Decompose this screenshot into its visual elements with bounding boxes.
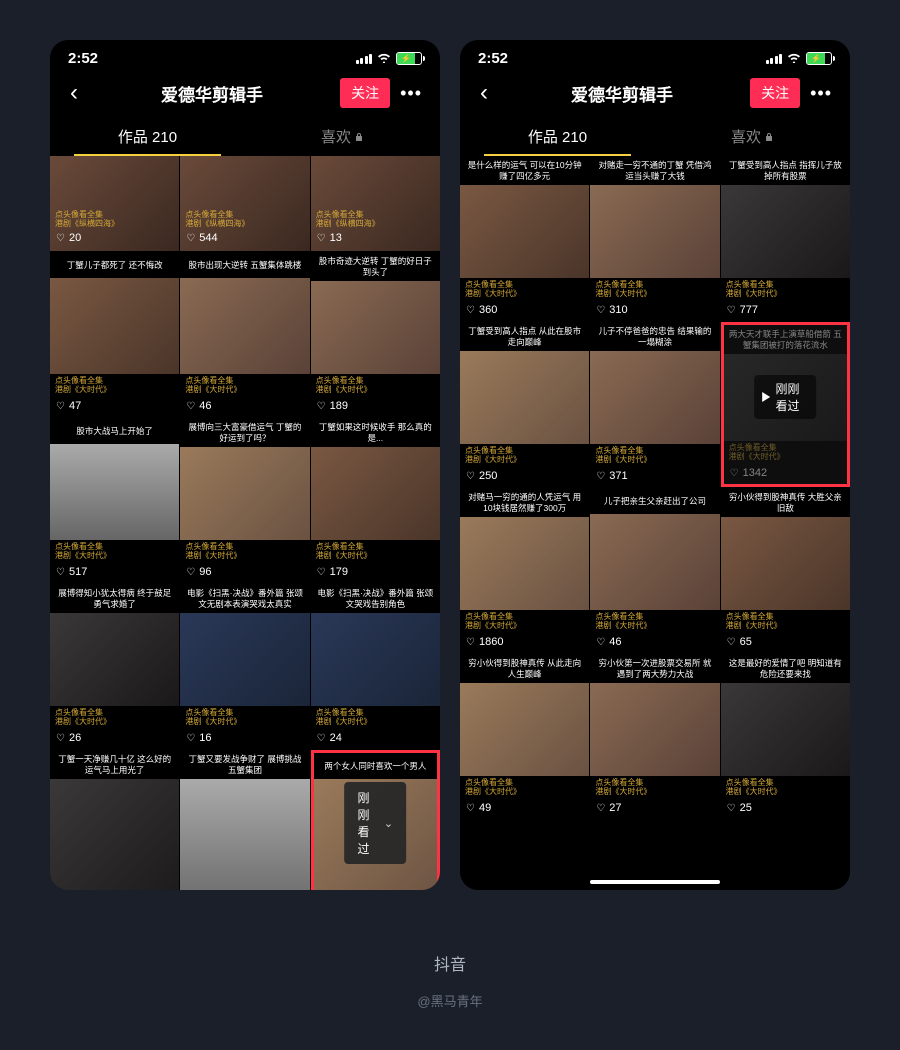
video-cell[interactable]: 股市出现大逆转 五蟹集体跳楼点头像看全集港剧《大时代》♡46: [180, 252, 309, 417]
follow-button[interactable]: 关注: [750, 78, 800, 108]
video-cell[interactable]: 丁蟹受到高人指点 指挥儿子放掉所有股票点头像看全集港剧《大时代》♡777: [721, 156, 850, 321]
heart-icon: ♡: [596, 637, 605, 648]
wifi-icon: [376, 50, 392, 67]
video-cell[interactable]: 丁蟹受到高人指点 从此在股市走向巅峰点头像看全集港剧《大时代》♡250: [460, 322, 589, 487]
tabs: 作品 210 喜欢: [50, 117, 440, 156]
more-icon[interactable]: •••: [396, 83, 426, 104]
author: @黑马青年: [0, 991, 900, 1010]
status-bar: 2:52 ⚡: [50, 40, 440, 71]
battery-icon: ⚡: [396, 52, 422, 65]
tabs: 作品 210 喜欢: [460, 117, 850, 156]
lock-icon: [354, 129, 364, 139]
heart-icon: ♡: [466, 803, 475, 814]
heart-icon: ♡: [727, 305, 736, 316]
phone-right: 2:52 ⚡ ‹ 爱德华剪辑手 关注 ••• 作品 210 喜欢 是什么样的运气…: [460, 40, 850, 890]
video-cell[interactable]: 这是最好的爱情了吧 明知道有危险还要来找点头像看全集港剧《大时代》♡25: [721, 654, 850, 819]
tab-works[interactable]: 作品 210: [460, 117, 655, 156]
heart-icon: ♡: [317, 733, 326, 744]
chevron-down-icon: ⌄: [384, 817, 393, 830]
video-cell[interactable]: 电影《扫黑·决战》番外篇 张颂文无剧本表演哭戏太真实点头像看全集港剧《大时代》♡…: [180, 584, 309, 749]
header: ‹ 爱德华剪辑手 关注 •••: [50, 71, 440, 117]
video-cell[interactable]: 股市奇迹大逆转 丁蟹的好日子到头了点头像看全集港剧《大时代》♡189: [311, 252, 440, 417]
video-cell[interactable]: 点头像看全集港剧《纵横四海》♡544: [180, 156, 309, 251]
video-cell[interactable]: 点头像看全集港剧《纵横四海》♡13: [311, 156, 440, 251]
video-grid: 是什么样的运气 可以在10分钟赚了四亿多元点头像看全集港剧《大时代》♡360 对…: [460, 156, 850, 890]
heart-icon: ♡: [56, 733, 65, 744]
recently-watched-badge[interactable]: 刚刚看过: [754, 375, 816, 419]
video-cell[interactable]: 儿子不停爸爸的忠告 结果输的一塌糊涂点头像看全集港剧《大时代》♡371: [590, 322, 719, 487]
heart-icon: ♡: [596, 305, 605, 316]
video-cell[interactable]: 丁蟹又要发战争财了 展博挑战五蟹集团: [180, 750, 309, 890]
heart-icon: ♡: [596, 471, 605, 482]
app-name: 抖音: [0, 951, 900, 975]
wifi-icon: [786, 50, 802, 67]
video-cell[interactable]: 对赌马一穷的通的人凭运气 用10块钱居然赚了300万点头像看全集港剧《大时代》♡…: [460, 488, 589, 653]
heart-icon: ♡: [186, 567, 195, 578]
video-cell-highlighted[interactable]: 两大天才联手上演草船借箭 五蟹集团被打的落花流水 刚刚看过 点头像看全集港剧《大…: [721, 322, 850, 487]
more-icon[interactable]: •••: [806, 83, 836, 104]
video-cell[interactable]: 展博得知小犹太得病 终于鼓足勇气求婚了点头像看全集港剧《大时代》♡26: [50, 584, 179, 749]
heart-icon: ♡: [466, 471, 475, 482]
signal-icon: [356, 54, 373, 64]
video-cell[interactable]: 丁蟹如果这时候收手 那么真的是...点头像看全集港剧《大时代》♡179: [311, 418, 440, 583]
video-cell[interactable]: 穷小伙得到股神真传 从此走向人生巅峰点头像看全集港剧《大时代》♡49: [460, 654, 589, 819]
video-cell[interactable]: 是什么样的运气 可以在10分钟赚了四亿多元点头像看全集港剧《大时代》♡360: [460, 156, 589, 321]
video-cell[interactable]: 电影《扫黑·决战》番外篇 张颂文哭戏告别角色点头像看全集港剧《大时代》♡24: [311, 584, 440, 749]
video-cell[interactable]: 丁蟹儿子都死了 还不悔改点头像看全集港剧《大时代》♡47: [50, 252, 179, 417]
heart-icon: ♡: [727, 637, 736, 648]
video-cell[interactable]: 股市大战马上开始了点头像看全集港剧《大时代》♡517: [50, 418, 179, 583]
home-indicator[interactable]: [590, 880, 720, 884]
heart-icon: ♡: [56, 567, 65, 578]
follow-button[interactable]: 关注: [340, 78, 390, 108]
time: 2:52: [68, 50, 98, 67]
phone-left: 2:52 ⚡ ‹ 爱德华剪辑手 关注 ••• 作品 210 喜欢 点头像看全集港…: [50, 40, 440, 890]
heart-icon: ♡: [186, 233, 195, 244]
heart-icon: ♡: [186, 733, 195, 744]
status-right: ⚡: [356, 50, 423, 67]
video-cell[interactable]: 展博向三大富豪借运气 丁蟹的好运到了吗？点头像看全集港剧《大时代》♡96: [180, 418, 309, 583]
heart-icon: ♡: [317, 401, 326, 412]
heart-icon: ♡: [466, 637, 475, 648]
video-cell[interactable]: 穷小伙第一次进股票交易所 就遇到了两大势力大战点头像看全集港剧《大时代》♡27: [590, 654, 719, 819]
page-title: 爱德华剪辑手: [500, 81, 744, 106]
video-cell[interactable]: 穷小伙得到股神真传 大胜父亲旧敌点头像看全集港剧《大时代》♡65: [721, 488, 850, 653]
video-cell[interactable]: 儿子把亲生父亲赶出了公司点头像看全集港剧《大时代》♡46: [590, 488, 719, 653]
heart-icon: ♡: [466, 305, 475, 316]
header: ‹ 爱德华剪辑手 关注 •••: [460, 71, 850, 117]
heart-icon: ♡: [730, 468, 739, 479]
heart-icon: ♡: [56, 233, 65, 244]
time: 2:52: [478, 50, 508, 67]
tab-likes[interactable]: 喜欢: [245, 117, 440, 156]
recently-watched-badge[interactable]: 刚刚看过⌄: [344, 782, 406, 864]
play-icon: [762, 392, 770, 402]
lock-icon: [764, 129, 774, 139]
status-bar: 2:52 ⚡: [460, 40, 850, 71]
heart-icon: ♡: [727, 803, 736, 814]
video-cell[interactable]: 点头像看全集港剧《纵横四海》♡20: [50, 156, 179, 251]
video-grid: 点头像看全集港剧《纵横四海》♡20 点头像看全集港剧《纵横四海》♡544 点头像…: [50, 156, 440, 890]
heart-icon: ♡: [56, 401, 65, 412]
tab-likes[interactable]: 喜欢: [655, 117, 850, 156]
signal-icon: [766, 54, 783, 64]
video-cell[interactable]: 对赌走一穷不通的丁蟹 凭借鸿运当头赚了大钱点头像看全集港剧《大时代》♡310: [590, 156, 719, 321]
video-cell[interactable]: 丁蟹一天净赚几十亿 这么好的运气马上用光了: [50, 750, 179, 890]
heart-icon: ♡: [596, 803, 605, 814]
page-title: 爱德华剪辑手: [90, 81, 334, 106]
footer: 抖音 @黑马青年: [0, 951, 900, 1010]
video-cell-highlighted[interactable]: 两个女人同时喜欢一个男人 刚刚看过⌄: [311, 750, 440, 890]
tab-works[interactable]: 作品 210: [50, 117, 245, 156]
back-icon[interactable]: ‹: [474, 77, 494, 109]
status-right: ⚡: [766, 50, 833, 67]
heart-icon: ♡: [317, 567, 326, 578]
heart-icon: ♡: [317, 233, 326, 244]
battery-icon: ⚡: [806, 52, 832, 65]
heart-icon: ♡: [186, 401, 195, 412]
back-icon[interactable]: ‹: [64, 77, 84, 109]
